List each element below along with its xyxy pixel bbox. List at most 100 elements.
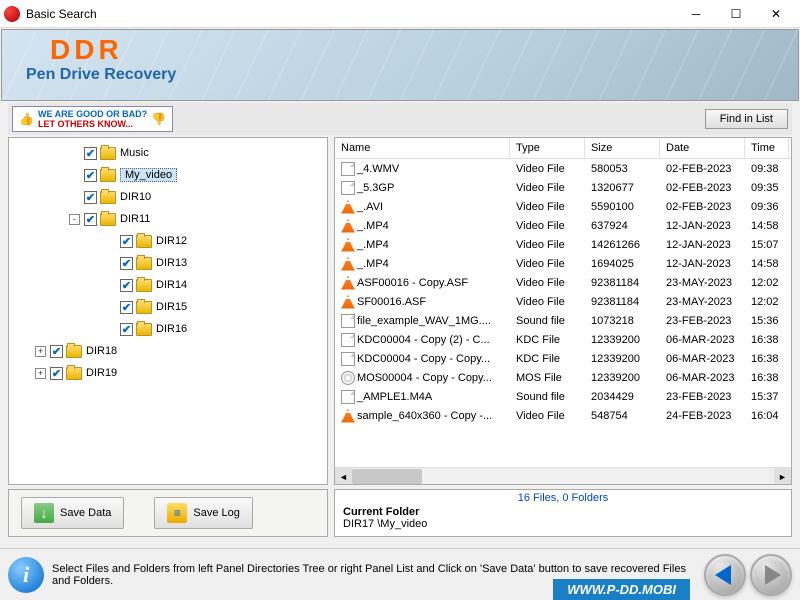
app-icon: [4, 6, 20, 22]
col-date[interactable]: Date: [660, 138, 745, 158]
file-row[interactable]: _.MP4Video File1426126612-JAN-202315:07: [335, 235, 791, 254]
tree-item-dir16[interactable]: ✔DIR16: [9, 318, 327, 340]
folder-icon: [100, 169, 116, 182]
page-icon: [341, 181, 355, 195]
nav-forward-button[interactable]: [750, 554, 792, 596]
scroll-thumb[interactable]: [352, 469, 422, 484]
tree-item-dir13[interactable]: ✔DIR13: [9, 252, 327, 274]
tree-label: DIR19: [86, 367, 117, 379]
vlc-icon: [341, 295, 355, 309]
tree-label: DIR14: [156, 279, 187, 291]
col-time[interactable]: Time: [745, 138, 789, 158]
checkbox[interactable]: ✔: [50, 345, 63, 358]
vlc-icon: [341, 276, 355, 290]
col-name[interactable]: Name: [335, 138, 510, 158]
vlc-icon: [341, 238, 355, 252]
page-icon: [341, 162, 355, 176]
minimize-button[interactable]: ─: [676, 1, 716, 27]
tree-item-dir11[interactable]: -✔ DIR11: [9, 208, 327, 230]
tree-label: DIR11: [120, 213, 150, 225]
horizontal-scrollbar[interactable]: ◄ ►: [335, 467, 791, 484]
file-row[interactable]: _.MP4Video File169402512-JAN-202314:58: [335, 254, 791, 273]
folder-icon: [66, 367, 82, 380]
action-button-panel: Save Data Save Log: [8, 489, 328, 537]
header-banner: DDR Pen Drive Recovery: [1, 29, 799, 101]
tree-item-dir15[interactable]: ✔ DIR15: [9, 296, 327, 318]
file-row[interactable]: _.AVIVideo File559010002-FEB-202309:36: [335, 197, 791, 216]
checkbox[interactable]: ✔: [120, 235, 133, 248]
save-log-icon: [167, 503, 187, 523]
tree-panel[interactable]: ✔Music✔My_video✔DIR10-✔DIR11✔DIR12✔DIR13…: [8, 137, 328, 485]
list-body[interactable]: _4.WMVVideo File58005302-FEB-202309:38_5…: [335, 159, 791, 467]
vlc-icon: [341, 200, 355, 214]
info-icon: i: [8, 557, 44, 593]
checkbox[interactable]: ✔: [50, 367, 63, 380]
checkbox[interactable]: ✔: [84, 169, 97, 182]
tree-item-music[interactable]: ✔ Music: [9, 142, 327, 164]
folder-icon: [100, 191, 116, 204]
logo-text: DDR: [2, 30, 798, 66]
folder-icon: [100, 147, 116, 160]
tree-item-dir18[interactable]: +✔DIR18: [9, 340, 327, 362]
file-row[interactable]: ASF00016 - Copy.ASFVideo File9238118423-…: [335, 273, 791, 292]
vlc-icon: [341, 257, 355, 271]
list-header: Name Type Size Date Time: [335, 138, 791, 159]
thumbs-up-icon: 👍: [19, 112, 34, 126]
tree-item-my_video[interactable]: ✔My_video: [9, 164, 327, 186]
feedback-button[interactable]: 👍 WE ARE GOOD OR BAD? LET OTHERS KNOW...…: [12, 106, 173, 132]
col-type[interactable]: Type: [510, 138, 585, 158]
save-log-label: Save Log: [193, 507, 239, 519]
tree-item-dir12[interactable]: ✔ DIR12: [9, 230, 327, 252]
file-row[interactable]: MOS00004 - Copy - Copy...MOS File1233920…: [335, 368, 791, 387]
current-folder-path: DIR17 \My_video: [343, 518, 783, 530]
checkbox[interactable]: ✔: [84, 147, 97, 160]
scroll-right-arrow[interactable]: ►: [774, 468, 791, 485]
folder-icon: [66, 345, 82, 358]
checkbox[interactable]: ✔: [84, 213, 97, 226]
window-title: Basic Search: [26, 7, 676, 21]
file-count: 16 Files, 0 Folders: [343, 492, 783, 504]
file-row[interactable]: KDC00004 - Copy - Copy...KDC File1233920…: [335, 349, 791, 368]
file-row[interactable]: file_example_WAV_1MG....Sound file107321…: [335, 311, 791, 330]
checkbox[interactable]: ✔: [120, 301, 133, 314]
maximize-button[interactable]: ☐: [716, 1, 756, 27]
folder-icon: [136, 235, 152, 248]
save-data-button[interactable]: Save Data: [21, 497, 124, 529]
find-in-list-button[interactable]: Find in List: [705, 109, 788, 129]
file-row[interactable]: _AMPLE1.M4ASound file203442923-FEB-20231…: [335, 387, 791, 406]
tree-label: Music: [120, 147, 149, 159]
vlc-icon: [341, 219, 355, 233]
thumbs-down-icon: 👎: [151, 112, 166, 126]
col-size[interactable]: Size: [585, 138, 660, 158]
expander-icon[interactable]: +: [35, 368, 46, 379]
file-row[interactable]: _4.WMVVideo File58005302-FEB-202309:38: [335, 159, 791, 178]
tree-item-dir14[interactable]: ✔ DIR14: [9, 274, 327, 296]
file-list-panel: Name Type Size Date Time _4.WMVVideo Fil…: [334, 137, 792, 485]
folder-icon: [136, 279, 152, 292]
vlc-icon: [341, 409, 355, 423]
toolbar: 👍 WE ARE GOOD OR BAD? LET OTHERS KNOW...…: [8, 103, 792, 135]
feedback-line1: WE ARE GOOD OR BAD?: [38, 109, 147, 119]
file-row[interactable]: KDC00004 - Copy (2) - C...KDC File123392…: [335, 330, 791, 349]
tree-item-dir10[interactable]: ✔DIR10: [9, 186, 327, 208]
expander-icon[interactable]: -: [69, 214, 80, 225]
tree-label: DIR15: [156, 301, 187, 313]
nav-back-button[interactable]: [704, 554, 746, 596]
checkbox[interactable]: ✔: [84, 191, 97, 204]
file-row[interactable]: SF00016.ASFVideo File9238118423-MAY-2023…: [335, 292, 791, 311]
save-log-button[interactable]: Save Log: [154, 497, 252, 529]
checkbox[interactable]: ✔: [120, 279, 133, 292]
tree-item-dir19[interactable]: + ✔ DIR19: [9, 362, 327, 384]
file-row[interactable]: _5.3GPVideo File132067702-FEB-202309:35: [335, 178, 791, 197]
page-icon: [341, 314, 355, 328]
file-row[interactable]: sample_640x360 - Copy -...Video File5487…: [335, 406, 791, 425]
checkbox[interactable]: ✔: [120, 323, 133, 336]
expander-icon[interactable]: +: [35, 346, 46, 357]
close-button[interactable]: ✕: [756, 1, 796, 27]
save-data-icon: [34, 503, 54, 523]
tree-label: DIR12: [156, 235, 187, 247]
scroll-left-arrow[interactable]: ◄: [335, 468, 352, 485]
file-row[interactable]: _.MP4Video File63792412-JAN-202314:58: [335, 216, 791, 235]
checkbox[interactable]: ✔: [120, 257, 133, 270]
feedback-line2: LET OTHERS KNOW...: [38, 119, 147, 129]
